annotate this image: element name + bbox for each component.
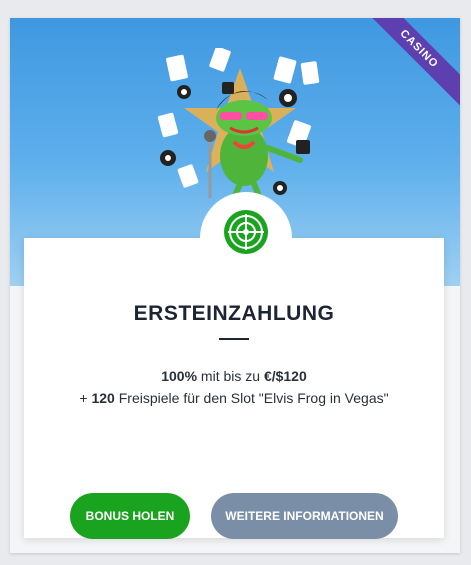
category-badge	[200, 192, 292, 284]
bonus-percent: 100%	[161, 368, 198, 384]
casino-ribbon: CASINO	[358, 18, 460, 110]
bonus-holen-button[interactable]: BONUS HOLEN	[70, 493, 190, 539]
freespins-count: 120	[91, 390, 115, 406]
offer-panel: ERSTEINZAHLUNG 100% mit bis zu €/$120 + …	[24, 192, 444, 539]
title-divider	[219, 338, 249, 340]
more-info-button[interactable]: WEITERE INFORMATIONEN	[211, 493, 398, 539]
freespins-prefix: +	[79, 390, 92, 406]
offer-card: CASINO ERSTEINZAHLUNG 100% mit bis zu €/…	[10, 18, 460, 553]
elvis-frog-illustration	[157, 48, 320, 201]
offer-line-1: 100% mit bis zu €/$120	[24, 368, 444, 384]
offer-title: ERSTEINZAHLUNG	[133, 302, 335, 325]
roulette-icon	[224, 210, 268, 254]
freespins-text: Freispiele für den Slot "Elvis Frog in V…	[114, 390, 389, 406]
offer-line-2: + 120 Freispiele für den Slot "Elvis Fro…	[24, 390, 444, 406]
bonus-text: mit bis zu	[197, 368, 264, 384]
bonus-amount: €/$120	[263, 368, 307, 384]
